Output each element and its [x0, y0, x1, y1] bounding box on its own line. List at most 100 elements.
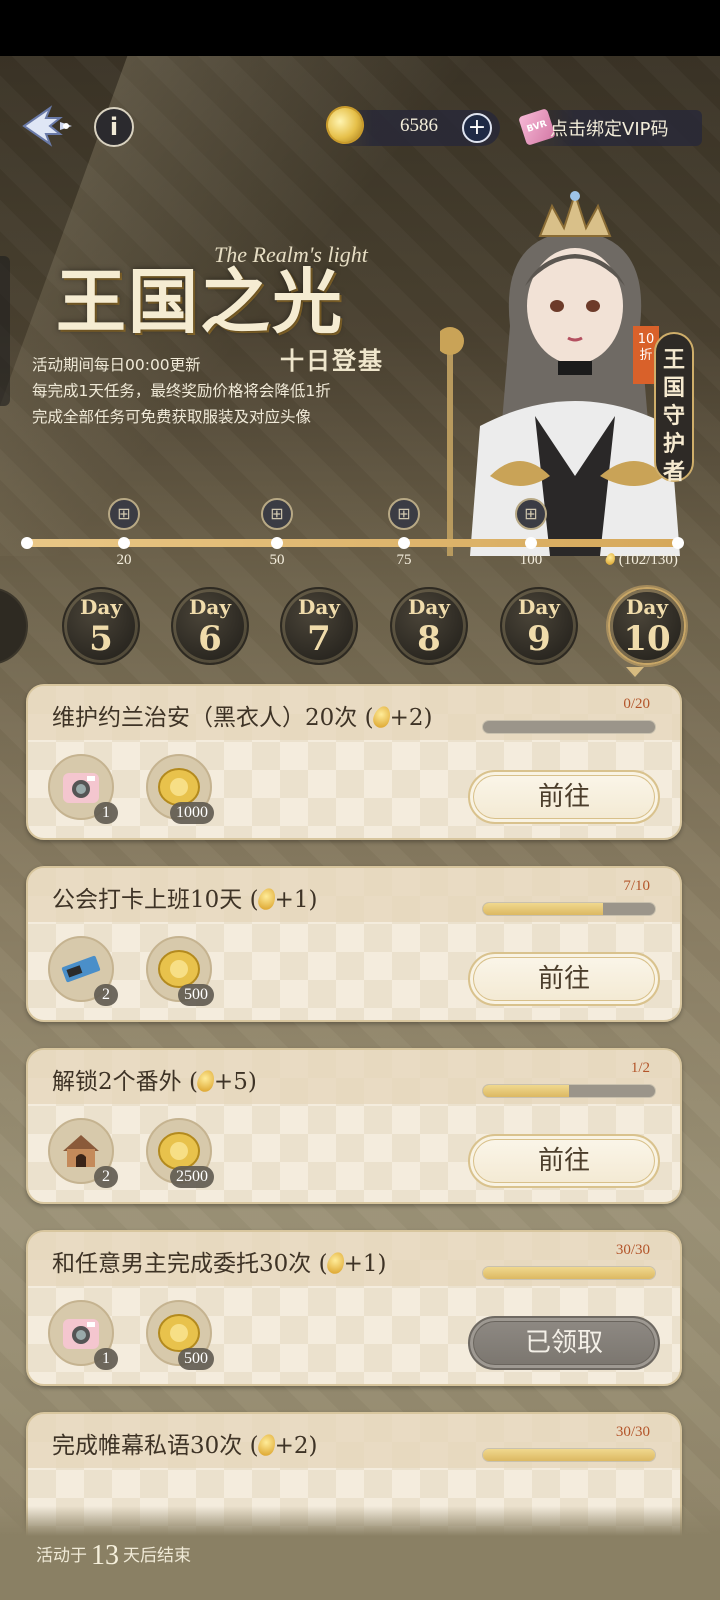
back-button[interactable]	[20, 104, 80, 148]
reward-item[interactable]: 1	[48, 1300, 118, 1370]
day-tab-5[interactable]: Day 5	[62, 587, 140, 665]
guardian-title-badge[interactable]: 王国守护者	[654, 332, 694, 485]
day-number: 9	[527, 619, 551, 659]
milestone-gift-100[interactable]: ⊞	[515, 498, 547, 530]
reward-quantity: 2500	[170, 1166, 214, 1188]
tick-dot-100	[525, 537, 537, 549]
gift-box-icon: ⊞	[117, 504, 131, 523]
coin-balance-value: 6586	[400, 115, 438, 136]
reward-item[interactable]: 500	[146, 936, 214, 1006]
reward-item[interactable]: 2	[48, 1118, 118, 1188]
reward-item[interactable]: 2	[48, 936, 118, 1006]
go-button[interactable]: 前往	[468, 952, 660, 1006]
vip-label: 点击绑定VIP码	[550, 119, 669, 140]
chocolate-bar-icon	[61, 955, 101, 983]
go-button[interactable]: 前往	[468, 770, 660, 824]
milestone-count-value: (102/130)	[618, 552, 678, 568]
tick-label: 100	[519, 552, 543, 568]
task-progress-text: 1/2	[630, 1060, 650, 1076]
reward-item[interactable]: 500	[146, 1300, 214, 1370]
task-progress-bar	[482, 902, 656, 916]
milestone-count: (102/130)	[604, 551, 678, 569]
task-title-text: 公会打卡上班10天 (	[52, 887, 259, 913]
day-label: Day	[626, 595, 668, 619]
day-label: Day	[408, 595, 450, 619]
tick-label: 50	[269, 552, 285, 568]
description-line: 活动期间每日00:00更新	[32, 356, 201, 374]
track-start-dot	[21, 537, 33, 549]
info-button[interactable]: i	[94, 107, 134, 147]
gold-coin-icon	[320, 100, 370, 150]
task-bonus: +1)	[274, 887, 318, 913]
task-title: 维护约兰治安（黑衣人）20次 (+2)	[52, 698, 432, 732]
task-card: 解锁2个番外 (+5) 1/2 2 2500 前往	[26, 1048, 682, 1204]
reward-quantity: 1	[94, 1348, 118, 1370]
task-card: 维护约兰治安（黑衣人）20次 (+2) 0/20 1 1000 前往	[26, 684, 682, 840]
task-title: 解锁2个番外 (+5)	[52, 1062, 257, 1096]
track-end-dot	[672, 537, 684, 549]
day-tab-previous[interactable]	[0, 587, 28, 665]
task-bonus: +2)	[274, 1433, 318, 1459]
task-progress-fill	[483, 903, 604, 915]
reward-item[interactable]: 1000	[146, 754, 214, 824]
selected-day-indicator	[626, 667, 644, 677]
task-title: 完成帷幕私语30次 ( +2)	[52, 1426, 317, 1460]
task-progress-fill	[483, 1085, 569, 1097]
task-title: 公会打卡上班10天 ( +1)	[52, 880, 317, 914]
gift-box-icon: ⊞	[524, 504, 538, 523]
tick-label: 20	[116, 552, 132, 568]
day-label: Day	[189, 595, 231, 619]
description-line: 完成全部任务可免费获取服装及对应头像	[32, 408, 312, 426]
milestone-gift-20[interactable]: ⊞	[108, 498, 140, 530]
reward-quantity: 500	[178, 984, 214, 1006]
day-tab-6[interactable]: Day 6	[171, 587, 249, 665]
claimed-button[interactable]: 已领取	[468, 1316, 660, 1370]
reward-quantity: 500	[178, 1348, 214, 1370]
milestone-gift-50[interactable]: ⊞	[261, 498, 293, 530]
gift-box-icon: ⊞	[397, 504, 411, 523]
task-card: 和任意男主完成委托30次 ( +1) 30/30 1 500 已领取	[26, 1230, 682, 1386]
description-line: 每完成1天任务，最终奖励价格将会降低1折	[32, 382, 331, 400]
add-coins-button[interactable]: +	[462, 113, 492, 143]
coin-balance: 6586 +	[320, 100, 500, 150]
countdown-suffix: 天后结束	[123, 1546, 191, 1566]
task-title-text: 解锁2个番外 (	[52, 1069, 198, 1095]
reward-quantity: 2	[94, 1166, 118, 1188]
task-title-text: 和任意男主完成委托30次 (	[52, 1251, 328, 1277]
reward-quantity: 1000	[170, 802, 214, 824]
task-progress-text: 30/30	[615, 1424, 650, 1440]
task-progress-bar	[482, 1448, 656, 1462]
task-bonus: +2)	[389, 705, 433, 731]
go-button[interactable]: 前往	[468, 1134, 660, 1188]
task-bonus: +1)	[343, 1251, 387, 1277]
reward-item[interactable]: 2500	[146, 1118, 214, 1188]
task-progress-text: 30/30	[615, 1242, 650, 1258]
instant-camera-icon	[63, 1319, 99, 1349]
back-arrow-icon	[22, 105, 72, 147]
task-card: 公会打卡上班10天 ( +1) 7/10 2 500 前往	[26, 866, 682, 1022]
day-number: 8	[417, 619, 441, 659]
day-tab-9[interactable]: Day 9	[500, 587, 578, 665]
event-countdown: 活动于 13 天后结束	[36, 1540, 191, 1572]
day-tab-10[interactable]: Day 10	[608, 587, 686, 665]
reward-item[interactable]: 1	[48, 754, 118, 824]
day-tab-7[interactable]: Day 7	[280, 587, 358, 665]
task-title-text: 完成帷幕私语30次 (	[52, 1433, 259, 1459]
day-number: 5	[89, 619, 113, 659]
status-bar	[0, 0, 720, 56]
gold-drop-icon	[604, 551, 617, 567]
day-label: Day	[298, 595, 340, 619]
countdown-prefix: 活动于	[36, 1546, 87, 1566]
bind-vip-code-button[interactable]: BVR 点击绑定VIP码	[518, 108, 702, 146]
day-label: Day	[80, 595, 122, 619]
task-progress-fill	[483, 1449, 655, 1461]
day-label: Day	[518, 595, 560, 619]
tick-dot-75	[398, 537, 410, 549]
task-progress-text: 7/10	[623, 878, 650, 894]
task-progress-bar	[482, 1266, 656, 1280]
milestone-gift-75[interactable]: ⊞	[388, 498, 420, 530]
side-drawer-handle[interactable]	[0, 256, 10, 406]
task-progress-bar	[482, 1084, 656, 1098]
day-tab-8[interactable]: Day 8	[390, 587, 468, 665]
reward-quantity: 1	[94, 802, 118, 824]
